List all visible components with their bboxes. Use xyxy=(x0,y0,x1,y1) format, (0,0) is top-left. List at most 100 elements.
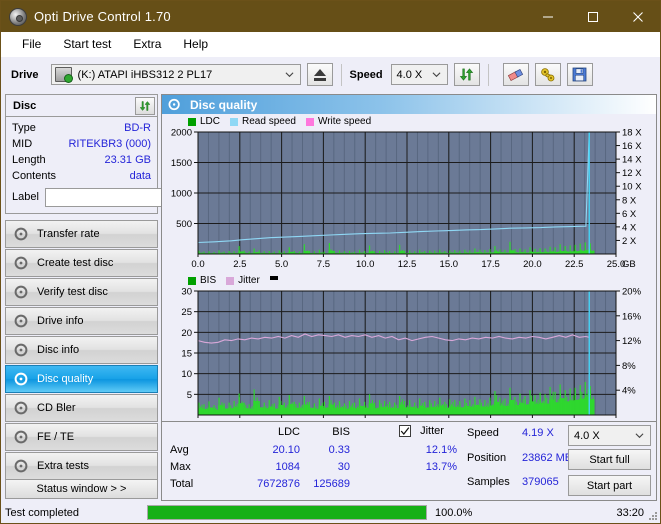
drive-label: Drive xyxy=(11,68,39,81)
legend-label-read-speed: Read speed xyxy=(242,116,296,127)
status-window-button[interactable]: Status window > > xyxy=(5,479,158,499)
disc-icon xyxy=(14,401,28,415)
chevron-down-icon xyxy=(432,72,441,78)
test-speed-select[interactable]: 4.0 X xyxy=(568,425,651,446)
svg-text:12 X: 12 X xyxy=(622,168,642,179)
window-controls xyxy=(525,1,660,32)
stats-samples-key: Samples xyxy=(467,476,510,488)
app-disc-icon xyxy=(9,7,27,26)
minimize-icon[interactable] xyxy=(525,1,570,32)
erase-button[interactable] xyxy=(502,63,529,86)
svg-text:14 X: 14 X xyxy=(622,155,642,166)
menu-item-extra[interactable]: Extra xyxy=(122,35,172,53)
sidebar-item-drive-info[interactable]: Drive info xyxy=(5,307,158,335)
refresh-icon xyxy=(139,100,151,111)
disc-refresh-button[interactable] xyxy=(135,96,155,115)
refresh-icon xyxy=(459,68,474,81)
svg-text:7.5: 7.5 xyxy=(317,259,330,270)
svg-text:20: 20 xyxy=(181,328,192,339)
svg-text:500: 500 xyxy=(176,219,192,230)
speed-select[interactable]: 4.0 X xyxy=(390,64,448,85)
stats-header-bis: BIS xyxy=(332,426,350,438)
speed-label: Speed xyxy=(349,68,383,81)
status-window-label: Status window > > xyxy=(36,483,127,495)
disc-icon xyxy=(168,98,180,111)
svg-text:2000: 2000 xyxy=(171,128,192,139)
bis-jitter-chart[interactable]: 3025201510520%16%12%8%4%0.02.55.07.510.0… xyxy=(162,287,658,433)
resize-grip-icon[interactable] xyxy=(646,509,658,521)
disc-label-row: Label xyxy=(12,186,248,208)
sidebar-item-label: CD Bler xyxy=(37,402,76,414)
refresh-button[interactable] xyxy=(453,63,480,86)
disc-contents-value: data xyxy=(129,170,151,182)
disc-icon xyxy=(14,372,28,386)
drive-select[interactable]: (K:) ATAPI iHBS312 2 PL17 xyxy=(50,64,301,85)
sidebar-item-create-test-disc[interactable]: Create test disc xyxy=(5,249,158,277)
chevron-down-icon xyxy=(285,72,294,78)
sidebar-item-transfer-rate[interactable]: Transfer rate xyxy=(5,220,158,248)
svg-text:10 X: 10 X xyxy=(622,182,642,193)
svg-text:8 X: 8 X xyxy=(622,195,637,206)
speed-select-value: 4.0 X xyxy=(396,68,423,81)
svg-text:2 X: 2 X xyxy=(622,236,637,247)
panel-header: Disc quality xyxy=(162,95,656,114)
sidebar-item-label: Disc quality xyxy=(37,373,94,385)
start-part-button[interactable]: Start part xyxy=(568,475,651,496)
disc-length-value: 23.31 GB xyxy=(104,154,151,166)
menu-item-start-test[interactable]: Start test xyxy=(52,35,122,53)
disc-icon xyxy=(14,256,28,270)
nav-list: Transfer rate Create test disc Verify te… xyxy=(5,220,158,480)
disc-icon xyxy=(14,314,28,328)
disc-contents-key: Contents xyxy=(12,170,57,182)
status-bar: Test completed 100.0% 33:20 xyxy=(1,502,660,523)
svg-text:GB: GB xyxy=(622,259,636,270)
svg-text:10.0: 10.0 xyxy=(356,259,375,270)
svg-text:20%: 20% xyxy=(622,287,642,298)
svg-text:5: 5 xyxy=(187,390,192,401)
sidebar-item-disc-info[interactable]: Disc info xyxy=(5,336,158,364)
disc-row-contents: Contents data xyxy=(12,168,151,184)
svg-text:16%: 16% xyxy=(622,311,642,322)
svg-text:10: 10 xyxy=(181,369,192,380)
disc-icon xyxy=(14,343,28,357)
progress-fill xyxy=(148,506,426,519)
sidebar-item-extra-tests[interactable]: Extra tests xyxy=(5,452,158,480)
menu-bar: File Start test Extra Help xyxy=(1,32,660,57)
disc-row-length: Length 23.31 GB xyxy=(12,152,151,168)
menu-item-help[interactable]: Help xyxy=(172,35,219,53)
tools-button[interactable] xyxy=(534,63,561,86)
tools-icon xyxy=(540,68,554,82)
sidebar-item-label: Create test disc xyxy=(37,257,114,269)
close-icon[interactable] xyxy=(615,1,660,32)
stats-speed-value: 4.19 X xyxy=(522,427,554,439)
ldc-chart[interactable]: 2000 1500 1000 500 18 X 16 X 14 X 12 X 10 X 8 X 6 … xyxy=(162,128,658,270)
eject-icon xyxy=(313,68,326,81)
disc-row-type: Type BD-R xyxy=(12,120,151,136)
sidebar-item-fe-te[interactable]: FE / TE xyxy=(5,423,158,451)
chevron-down-icon xyxy=(635,433,644,439)
eraser-icon xyxy=(507,68,524,81)
save-icon xyxy=(572,67,587,82)
sidebar-item-disc-quality[interactable]: Disc quality xyxy=(5,365,158,393)
maximize-icon[interactable] xyxy=(570,1,615,32)
sidebar-item-cd-bler[interactable]: CD Bler xyxy=(5,394,158,422)
left-sidebar: Disc Type BD-R MID RITEKBR3 (000) Length… xyxy=(5,94,248,495)
disc-row-mid: MID RITEKBR3 (000) xyxy=(12,136,151,152)
menu-item-file[interactable]: File xyxy=(11,35,52,53)
sidebar-item-label: FE / TE xyxy=(37,431,75,443)
sidebar-item-verify-test-disc[interactable]: Verify test disc xyxy=(5,278,158,306)
stats-max-bis: 30 xyxy=(337,461,350,473)
stats-avg-ldc: 20.10 xyxy=(272,444,300,456)
svg-text:1000: 1000 xyxy=(171,189,192,200)
jitter-checkbox-wrap[interactable]: Jitter xyxy=(399,425,444,438)
start-part-label: Start part xyxy=(586,479,633,492)
eject-button[interactable] xyxy=(306,63,333,86)
sidebar-item-label: Verify test disc xyxy=(37,286,108,298)
start-full-button[interactable]: Start full xyxy=(568,449,651,470)
svg-text:30: 30 xyxy=(181,287,192,298)
bis-chart-legend: BIS Jitter xyxy=(162,274,656,287)
legend-swatch-read-speed xyxy=(230,117,239,126)
save-button[interactable] xyxy=(566,63,593,86)
disc-mid-key: MID xyxy=(12,138,33,150)
jitter-checkbox[interactable] xyxy=(399,425,411,438)
